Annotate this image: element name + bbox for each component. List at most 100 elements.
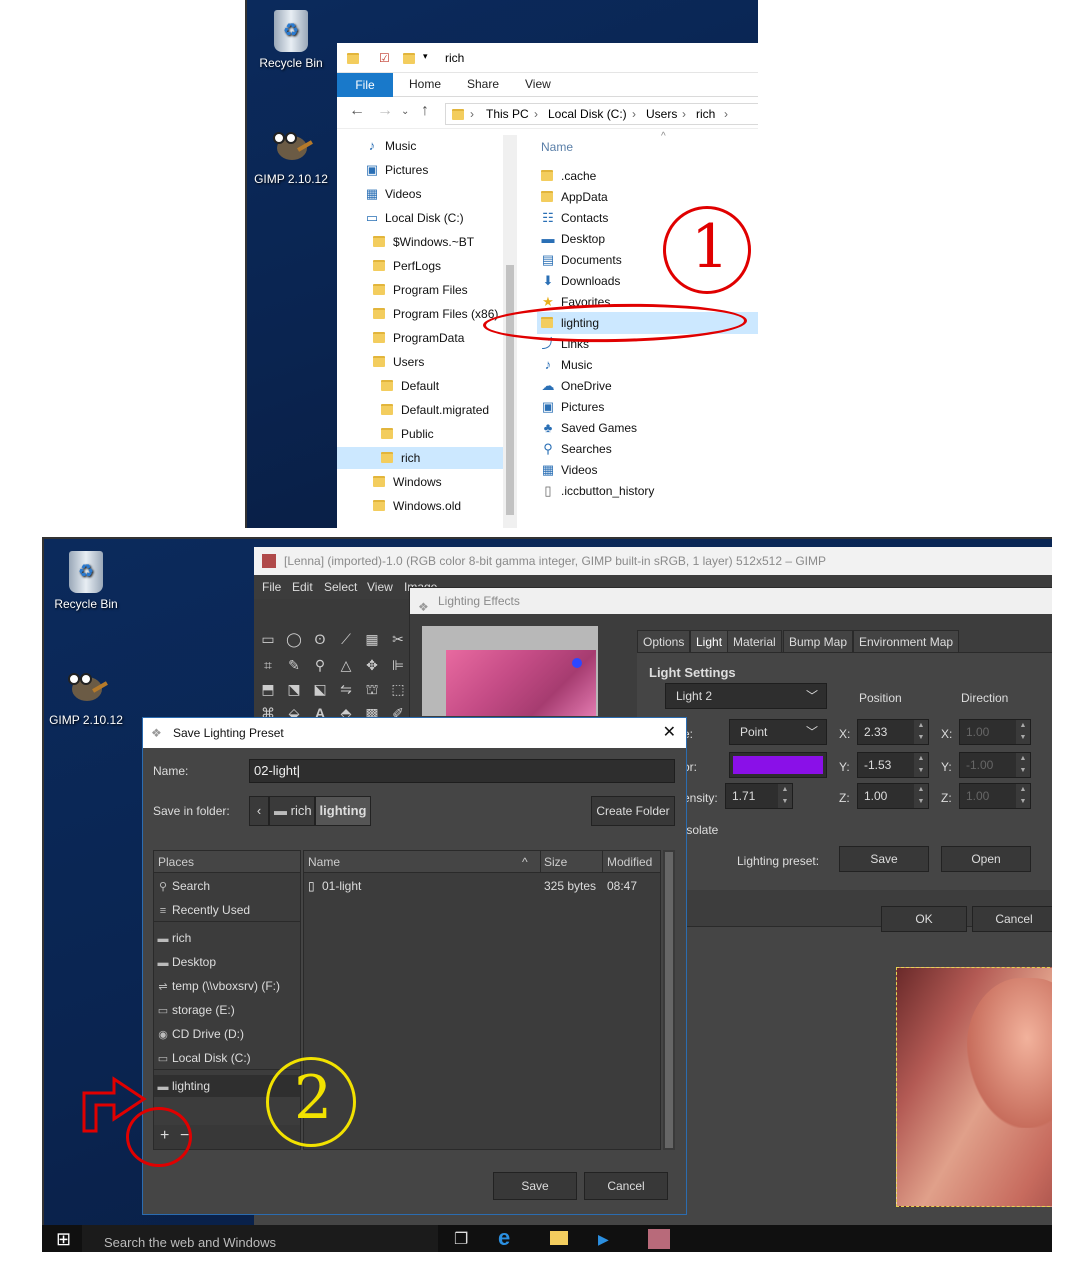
gimp-taskbar-icon[interactable] bbox=[648, 1229, 670, 1249]
back-arrow-icon[interactable]: ← bbox=[349, 102, 365, 120]
new-folder-icon[interactable] bbox=[403, 53, 415, 64]
places-item[interactable]: ▭ storage (E:) bbox=[156, 999, 235, 1021]
file-list-item[interactable]: ♪ Music bbox=[541, 354, 593, 376]
light-position-handle[interactable] bbox=[572, 658, 582, 668]
places-item[interactable]: ▬ rich bbox=[156, 927, 192, 949]
gimp-shortcut[interactable]: GIMP 2.10.12 bbox=[46, 671, 126, 727]
spin-arrows-icon[interactable]: ▲ ▼ bbox=[914, 784, 928, 808]
ellipse-select-icon[interactable]: ◯ bbox=[284, 629, 304, 649]
rect-select-icon[interactable]: ▭ bbox=[258, 629, 278, 649]
file-list-item[interactable]: AppData bbox=[541, 186, 608, 208]
column-modified[interactable]: Modified bbox=[607, 851, 652, 873]
file-list-item[interactable]: ▯ .iccbutton_history bbox=[541, 480, 654, 502]
fuzzy-select-icon[interactable]: ⟋ bbox=[336, 629, 356, 649]
gimp-shortcut[interactable]: GIMP 2.10.12 bbox=[251, 130, 331, 186]
pos-x-spinner[interactable]: 2.33 ▲ ▼ bbox=[857, 719, 929, 745]
flip-icon[interactable]: ⇋ bbox=[336, 679, 356, 699]
breadcrumb-users[interactable]: Users bbox=[646, 107, 677, 121]
tree-item[interactable]: Users bbox=[373, 351, 424, 373]
move-icon[interactable]: ✥ bbox=[362, 655, 382, 675]
tab-material[interactable]: Material bbox=[727, 630, 782, 652]
preset-open-button[interactable]: Open bbox=[941, 846, 1031, 872]
chevron-down-icon[interactable]: ▾ bbox=[423, 51, 428, 62]
preset-name-input[interactable]: 02-light| bbox=[249, 759, 675, 783]
tab-file[interactable]: File bbox=[337, 73, 393, 97]
picker-icon[interactable]: ✎ bbox=[284, 655, 304, 675]
nav-scrollbar-thumb[interactable] bbox=[506, 265, 514, 515]
file-list-item[interactable]: .cache bbox=[541, 165, 596, 187]
tree-item[interactable]: ▦ Videos bbox=[365, 183, 422, 205]
menu-file[interactable]: File bbox=[262, 580, 281, 594]
pos-y-spinner[interactable]: -1.53 ▲ ▼ bbox=[857, 752, 929, 778]
shear-icon[interactable]: ⬕ bbox=[310, 679, 330, 699]
light-preview[interactable] bbox=[422, 626, 598, 716]
breadcrumb-rich[interactable]: rich bbox=[696, 107, 715, 121]
light-select[interactable]: Light 2 ﹀ bbox=[665, 683, 827, 709]
tree-item[interactable]: Windows bbox=[373, 471, 442, 493]
crop-icon[interactable]: ⌗ bbox=[258, 655, 278, 675]
breadcrumb-this-pc[interactable]: This PC bbox=[486, 107, 529, 121]
file-list-item[interactable]: ♣ Saved Games bbox=[541, 417, 637, 439]
tab-bump-map[interactable]: Bump Map bbox=[783, 630, 854, 652]
file-list-scrollbar[interactable] bbox=[663, 850, 675, 1150]
menu-select[interactable]: Select bbox=[324, 580, 357, 594]
pos-z-spinner[interactable]: 1.00 ▲ ▼ bbox=[857, 783, 929, 809]
places-item[interactable]: ⚲ Search bbox=[156, 875, 210, 897]
canvas-image[interactable] bbox=[896, 967, 1052, 1207]
light-color-button[interactable] bbox=[729, 752, 827, 778]
warp-icon[interactable]: ⬔ bbox=[284, 679, 304, 699]
file-explorer-taskbar-icon[interactable] bbox=[550, 1231, 568, 1245]
tree-item[interactable]: Public bbox=[381, 423, 434, 445]
scissors-icon[interactable]: ✂ bbox=[388, 629, 408, 649]
places-item[interactable]: ⇌ temp (\\vboxsrv) (F:) bbox=[156, 975, 280, 997]
path-button-rich[interactable]: ▬ rich bbox=[269, 796, 315, 826]
tree-item[interactable]: ▣ Pictures bbox=[365, 159, 429, 181]
ok-button[interactable]: OK bbox=[881, 906, 967, 932]
recycle-bin-shortcut[interactable]: Recycle Bin bbox=[251, 10, 331, 70]
spin-arrows-icon[interactable]: ▲ ▼ bbox=[914, 753, 928, 777]
recent-locations-icon[interactable]: ⌄ bbox=[401, 106, 409, 117]
places-item[interactable]: ▬ Desktop bbox=[156, 951, 217, 973]
file-list-item[interactable]: ☷ Contacts bbox=[541, 207, 608, 229]
column-header-name[interactable]: Name bbox=[541, 140, 573, 154]
tab-options[interactable]: Options bbox=[637, 630, 691, 652]
isolate-checkbox[interactable]: Isolate bbox=[683, 823, 718, 837]
menu-view[interactable]: View bbox=[367, 580, 393, 594]
preset-save-button[interactable]: Save bbox=[839, 846, 929, 872]
file-list-item[interactable]: ⬇ Downloads bbox=[541, 270, 621, 292]
places-item[interactable]: ◉ CD Drive (D:) bbox=[156, 1023, 244, 1045]
perspective-icon[interactable]: ⬚ bbox=[388, 679, 408, 699]
task-view-icon[interactable]: ❐ bbox=[454, 1229, 468, 1249]
file-list-item[interactable]: ☁ OneDrive bbox=[541, 375, 612, 397]
spin-arrows-icon[interactable]: ▲ ▼ bbox=[914, 720, 928, 744]
tree-item[interactable]: Default bbox=[381, 375, 439, 397]
tree-item[interactable]: $Windows.~BT bbox=[373, 231, 474, 253]
menu-edit[interactable]: Edit bbox=[292, 580, 313, 594]
tab-environment-map[interactable]: Environment Map bbox=[853, 630, 960, 652]
file-list-item[interactable]: ▤ Documents bbox=[541, 249, 622, 271]
file-list-item[interactable]: ▬ Desktop bbox=[541, 228, 606, 250]
close-icon[interactable]: ✕ bbox=[663, 718, 676, 748]
taskbar-search-input[interactable]: Search the web and Windows bbox=[82, 1225, 438, 1252]
cage-icon[interactable]: ⛫ bbox=[362, 679, 382, 699]
tree-item[interactable]: ♪ Music bbox=[365, 135, 417, 157]
file-list-item[interactable]: ▦ Videos bbox=[541, 459, 598, 481]
align-icon[interactable]: ⊫ bbox=[388, 655, 408, 675]
places-item[interactable]: ≡ Recently Used bbox=[156, 899, 250, 921]
places-item[interactable]: ▭ Local Disk (C:) bbox=[156, 1047, 251, 1069]
breadcrumb-local-disk[interactable]: Local Disk (C:) bbox=[548, 107, 627, 121]
forward-arrow-icon[interactable]: → bbox=[377, 102, 393, 120]
properties-icon[interactable]: ☑ bbox=[379, 51, 390, 65]
tree-item[interactable]: PerfLogs bbox=[373, 255, 441, 277]
up-arrow-icon[interactable]: ↑ bbox=[421, 102, 429, 120]
cancel-button[interactable]: Cancel bbox=[972, 906, 1052, 932]
cancel-button[interactable]: Cancel bbox=[584, 1172, 668, 1200]
zoom-icon[interactable]: ⚲ bbox=[310, 655, 330, 675]
tab-home[interactable]: Home bbox=[409, 77, 441, 91]
recycle-bin-shortcut[interactable]: Recycle Bin bbox=[46, 551, 126, 611]
tab-view[interactable]: View bbox=[525, 77, 551, 91]
intensity-spinner[interactable]: 1.71 ▲ ▼ bbox=[725, 783, 793, 809]
file-row[interactable]: ▯ 01-light 325 bytes 08:47 bbox=[304, 875, 660, 897]
file-list-item[interactable]: ⚲ Searches bbox=[541, 438, 611, 460]
file-list-item[interactable]: ▣ Pictures bbox=[541, 396, 605, 418]
